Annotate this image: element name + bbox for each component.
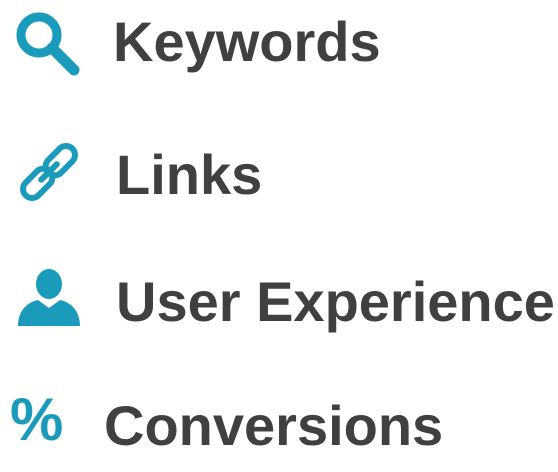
list-item-user-experience: User Experience (0, 254, 558, 344)
list-item-links: Links (0, 127, 558, 217)
list-item-keywords: Keywords (0, 0, 558, 90)
user-icon (14, 264, 84, 334)
item-label-user-experience: User Experience (116, 270, 555, 333)
item-label-conversions: Conversions (104, 394, 444, 457)
search-icon (12, 8, 82, 78)
list-item-conversions: % Conversions (0, 382, 558, 472)
percent-icon: % (10, 386, 64, 453)
link-icon (14, 137, 84, 207)
item-label-keywords: Keywords (113, 10, 381, 73)
item-label-links: Links (116, 143, 263, 206)
feature-list: Keywords Links User Experience % Convers… (0, 0, 558, 454)
